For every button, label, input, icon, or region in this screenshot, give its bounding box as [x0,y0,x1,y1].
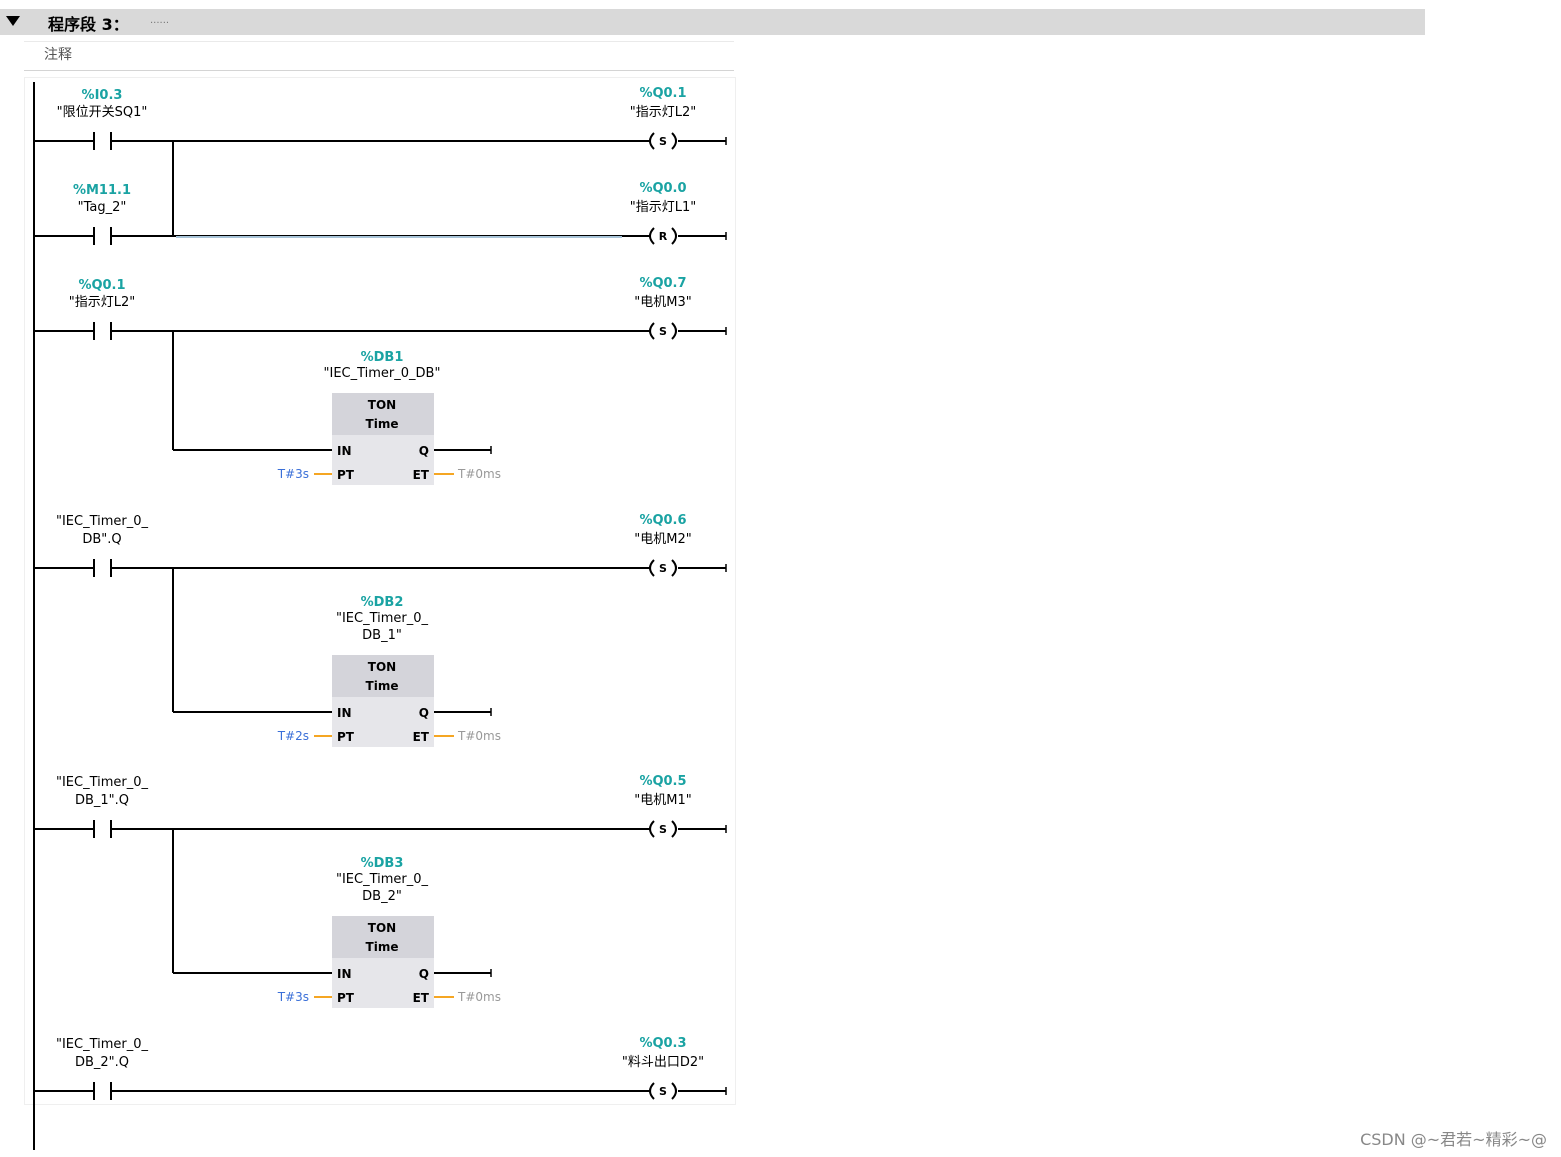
contact-tag-name[interactable]: "IEC_Timer_0_ [56,775,149,790]
output-coil[interactable] [646,129,680,153]
timer-instance-name[interactable]: DB_2" [362,889,402,904]
timer-type: TON [368,660,396,674]
timer-pt-value[interactable]: T#2s [277,729,309,743]
timer-instance-name[interactable]: "IEC_Timer_0_DB" [324,366,441,381]
timer-pt-value[interactable]: T#3s [277,467,309,481]
timer-pin-et: ET [413,468,430,482]
timer-pin-in: IN [337,967,352,981]
timer-type: TON [368,398,396,412]
timer-et-value[interactable]: T#0ms [457,729,501,743]
coil-tag-name[interactable]: "指示灯L1" [630,200,696,215]
output-coil[interactable] [646,556,680,580]
timer-pin-q: Q [419,967,429,981]
contact-address[interactable]: %Q0.1 [78,278,125,293]
timer-db-address[interactable]: %DB1 [361,350,404,365]
contact-tag-name[interactable]: "Tag_2" [78,200,127,215]
output-coil[interactable] [646,224,680,248]
contact-tag-name[interactable]: "IEC_Timer_0_ [56,1037,149,1052]
timer-pin-in: IN [337,706,352,720]
coil-tag-name[interactable]: "电机M2" [634,532,691,547]
timer-db-address[interactable]: %DB2 [361,595,404,610]
coil-address[interactable]: %Q0.7 [639,276,686,291]
contact-tag-name[interactable]: DB".Q [82,532,121,547]
coil-address[interactable]: %Q0.0 [639,181,686,196]
timer-et-value[interactable]: T#0ms [457,990,501,1004]
coil-address[interactable]: %Q0.1 [639,86,686,101]
contact-tag-name[interactable]: DB_1".Q [75,793,129,808]
contact-tag-name[interactable]: DB_2".Q [75,1055,129,1070]
timer-instance-name[interactable]: "IEC_Timer_0_ [336,611,429,626]
contact-tag-name[interactable]: "限位开关SQ1" [57,105,148,120]
coil-address[interactable]: %Q0.3 [639,1036,686,1051]
coil-tag-name[interactable]: "电机M1" [634,793,691,808]
timer-pt-value[interactable]: T#3s [277,990,309,1004]
timer-db-address[interactable]: %DB3 [361,856,404,871]
contact-tag-name[interactable]: "指示灯L2" [69,295,135,310]
contact-address[interactable]: %M11.1 [73,183,131,198]
timer-instance-name[interactable]: "IEC_Timer_0_ [336,872,429,887]
contact-address[interactable]: %I0.3 [82,88,123,103]
timer-pin-et: ET [413,991,430,1005]
ladder-diagram: "限位开关SQ1"%I0.3"指示灯L2"%Q0.1S"Tag_2"%M11.1… [33,82,727,1150]
coil-address[interactable]: %Q0.5 [639,774,686,789]
watermark: CSDN @~君若~精彩~@ [1360,1130,1547,1149]
timer-pin-pt: PT [337,468,355,482]
timer-et-value[interactable]: T#0ms [457,467,501,481]
timer-subtype[interactable]: Time [366,679,399,693]
output-coil[interactable] [646,319,680,343]
timer-pin-pt: PT [337,730,355,744]
coil-tag-name[interactable]: "指示灯L2" [630,105,696,120]
timer-instance-name[interactable]: DB_1" [362,628,402,643]
timer-pin-et: ET [413,730,430,744]
output-coil[interactable] [646,817,680,841]
coil-tag-name[interactable]: "电机M3" [634,295,691,310]
timer-pin-in: IN [337,444,352,458]
output-coil[interactable] [646,1079,680,1103]
coil-address[interactable]: %Q0.6 [639,513,686,528]
coil-tag-name[interactable]: "料斗出口D2" [622,1055,704,1070]
timer-type: TON [368,921,396,935]
timer-pin-q: Q [419,444,429,458]
timer-subtype[interactable]: Time [366,417,399,431]
timer-pin-pt: PT [337,991,355,1005]
timer-pin-q: Q [419,706,429,720]
contact-tag-name[interactable]: "IEC_Timer_0_ [56,514,149,529]
timer-subtype[interactable]: Time [366,940,399,954]
